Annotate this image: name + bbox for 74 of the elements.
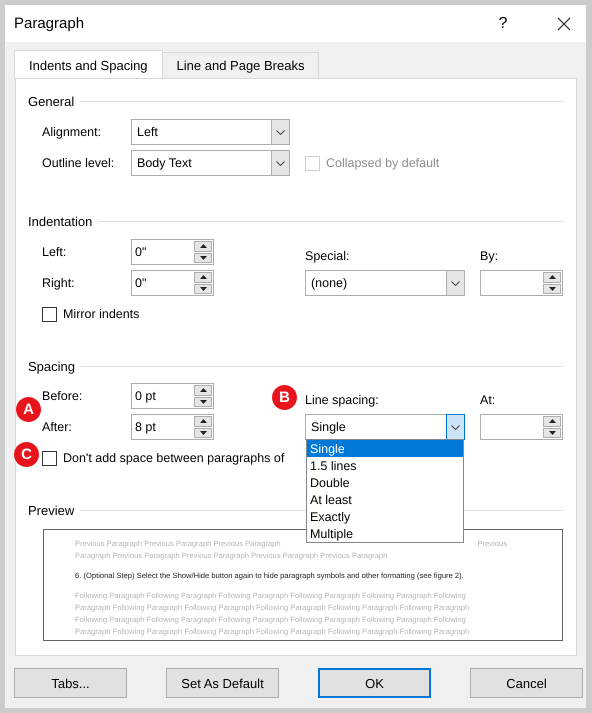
dialog-button[interactable]: Cancel (470, 668, 583, 698)
chevron-down-icon (276, 130, 285, 134)
help-button[interactable]: ? (493, 14, 513, 32)
spin-up-button[interactable] (543, 272, 561, 282)
section-heading: Spacing (28, 358, 75, 374)
callout-badge: C (14, 442, 39, 467)
spin-up-button[interactable] (194, 272, 212, 282)
triangle-up-icon (548, 275, 556, 280)
dropdown-option[interactable]: Exactly (307, 508, 463, 525)
field-label: Before: (42, 389, 84, 403)
window-title: Paragraph (14, 15, 86, 32)
spin-up-button[interactable] (194, 416, 212, 426)
callout-badge: B (272, 385, 297, 410)
tab[interactable]: Line and Page Breaks (162, 52, 320, 78)
triangle-up-icon (200, 244, 206, 248)
spin-down-button[interactable] (194, 284, 212, 294)
spin-down-button[interactable] (543, 428, 561, 438)
field-label: Outline level: (42, 156, 116, 170)
spin-down-button[interactable] (194, 252, 212, 263)
field-label: Special: (305, 249, 350, 265)
spin-down-button[interactable] (543, 284, 561, 294)
field-label: By: (480, 249, 500, 265)
triangle-up-icon (200, 275, 206, 280)
dropdown-option[interactable]: At least (307, 491, 463, 508)
dropdown-option[interactable]: Double (307, 474, 463, 491)
checkbox-label: Mirror indents (63, 307, 140, 321)
checkbox[interactable] (42, 306, 57, 322)
spin-up-button[interactable] (194, 241, 212, 252)
dialog-button[interactable]: OK (318, 668, 431, 698)
spin-field[interactable] (480, 414, 563, 440)
chevron-down-icon (451, 424, 460, 430)
spin-down-button[interactable] (194, 396, 212, 407)
triangle-down-icon (548, 286, 556, 291)
dropdown-option[interactable]: 1.5 lines (307, 457, 463, 474)
field-label: Left: (42, 245, 68, 259)
spin-field[interactable]: 8 pt (131, 414, 214, 440)
section-heading: General (28, 94, 74, 108)
spin-down-button[interactable] (194, 428, 212, 438)
dropdown-field[interactable]: Left (131, 119, 290, 145)
field-label: Right: (42, 276, 76, 290)
dropdown-option[interactable]: Single (307, 440, 463, 457)
section-heading: Preview (28, 502, 74, 518)
checkbox-label: Don't add space between paragraphs of (63, 451, 284, 465)
dropdown-option[interactable]: Multiple (307, 525, 463, 542)
spin-up-button[interactable] (543, 416, 561, 426)
checkbox-label: Collapsed by default (326, 156, 440, 170)
checkbox[interactable] (42, 450, 57, 466)
spin-field[interactable]: 0" (131, 270, 214, 296)
callout-badge: A (16, 397, 41, 422)
triangle-down-icon (200, 430, 206, 435)
dropdown-field[interactable]: Body Text (131, 150, 290, 176)
triangle-down-icon (548, 430, 556, 435)
field-label: After: (42, 420, 73, 434)
dialog-button[interactable]: Tabs... (14, 668, 127, 698)
spin-field[interactable] (480, 270, 563, 296)
field-label: Alignment: (42, 125, 102, 139)
field-label: Line spacing: (305, 393, 380, 409)
close-icon[interactable] (557, 16, 571, 30)
dialog-button[interactable]: Set As Default (166, 668, 279, 698)
tab[interactable]: Indents and Spacing (14, 50, 163, 79)
triangle-down-icon (200, 256, 206, 260)
triangle-down-icon (200, 286, 206, 291)
triangle-down-icon (200, 400, 206, 404)
triangle-up-icon (548, 419, 556, 424)
spin-field[interactable]: 0" (131, 239, 214, 265)
spin-field[interactable]: 0 pt (131, 383, 214, 409)
triangle-up-icon (200, 388, 206, 392)
chevron-down-icon (451, 280, 460, 286)
triangle-up-icon (200, 419, 206, 424)
dropdown-field[interactable]: (none) (305, 270, 465, 296)
spin-up-button[interactable] (194, 385, 212, 396)
field-label: At: (480, 393, 496, 409)
chevron-down-icon (276, 160, 285, 166)
section-heading: Indentation (28, 214, 92, 228)
